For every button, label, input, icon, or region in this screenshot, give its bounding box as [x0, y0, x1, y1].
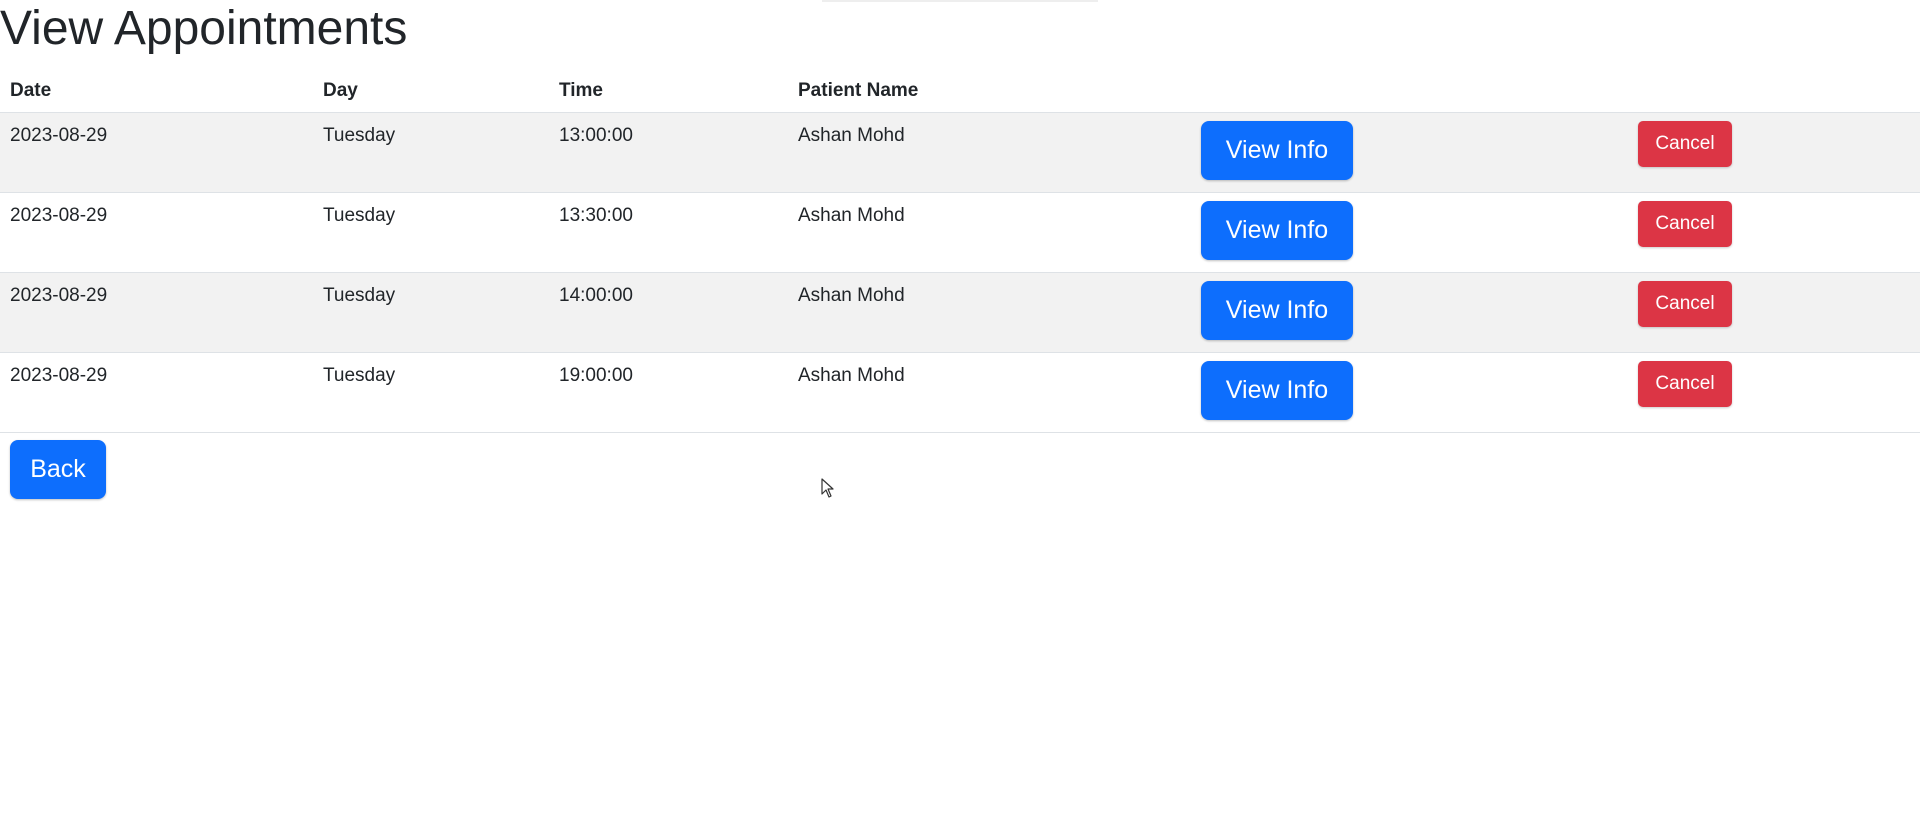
cell-cancel-action: Cancel [1628, 352, 1920, 433]
cell-patient-name: Ashan Mohd [788, 192, 1175, 273]
table-header-row: Date Day Time Patient Name [0, 70, 1920, 113]
cell-view-action: View Info [1175, 192, 1628, 273]
cell-day: Tuesday [313, 272, 549, 353]
cell-date: 2023-08-29 [0, 352, 313, 433]
cell-date: 2023-08-29 [0, 112, 313, 193]
cell-time: 19:00:00 [549, 352, 788, 433]
cell-view-action: View Info [1175, 112, 1628, 193]
cell-time: 13:00:00 [549, 112, 788, 193]
cell-view-action: View Info [1175, 352, 1628, 433]
table-row: 2023-08-29 Tuesday 19:00:00 Ashan Mohd V… [0, 352, 1920, 433]
mouse-pointer-icon [821, 478, 834, 498]
cell-day: Tuesday [313, 192, 549, 273]
view-info-button[interactable]: View Info [1201, 361, 1353, 420]
header-day: Day [313, 70, 549, 113]
table-row: 2023-08-29 Tuesday 13:30:00 Ashan Mohd V… [0, 192, 1920, 273]
appointments-table: Date Day Time Patient Name 2023-08-29 Tu… [0, 70, 1920, 433]
cell-patient-name: Ashan Mohd [788, 352, 1175, 433]
cell-date: 2023-08-29 [0, 272, 313, 353]
cell-time: 13:30:00 [549, 192, 788, 273]
cancel-button[interactable]: Cancel [1638, 121, 1732, 167]
cell-patient-name: Ashan Mohd [788, 272, 1175, 353]
cancel-button[interactable]: Cancel [1638, 281, 1732, 327]
cell-patient-name: Ashan Mohd [788, 112, 1175, 193]
header-patient-name: Patient Name [788, 70, 1175, 113]
back-button[interactable]: Back [10, 440, 106, 499]
cell-time: 14:00:00 [549, 272, 788, 353]
view-info-button[interactable]: View Info [1201, 121, 1353, 180]
view-info-button[interactable]: View Info [1201, 281, 1353, 340]
header-date: Date [0, 70, 313, 113]
page-title: View Appointments [0, 2, 408, 55]
cell-cancel-action: Cancel [1628, 192, 1920, 273]
cancel-button[interactable]: Cancel [1638, 201, 1732, 247]
top-strip-divider [822, 0, 1098, 2]
cell-cancel-action: Cancel [1628, 272, 1920, 353]
cell-day: Tuesday [313, 112, 549, 193]
cancel-button[interactable]: Cancel [1638, 361, 1732, 407]
view-info-button[interactable]: View Info [1201, 201, 1353, 260]
table-row: 2023-08-29 Tuesday 13:00:00 Ashan Mohd V… [0, 112, 1920, 193]
cell-date: 2023-08-29 [0, 192, 313, 273]
cell-view-action: View Info [1175, 272, 1628, 353]
cell-cancel-action: Cancel [1628, 112, 1920, 193]
header-time: Time [549, 70, 788, 113]
header-view-action [1175, 70, 1628, 113]
table-row: 2023-08-29 Tuesday 14:00:00 Ashan Mohd V… [0, 272, 1920, 353]
cell-day: Tuesday [313, 352, 549, 433]
page: View Appointments Date Day Time Patient … [0, 0, 1920, 832]
header-cancel-action [1628, 70, 1920, 113]
